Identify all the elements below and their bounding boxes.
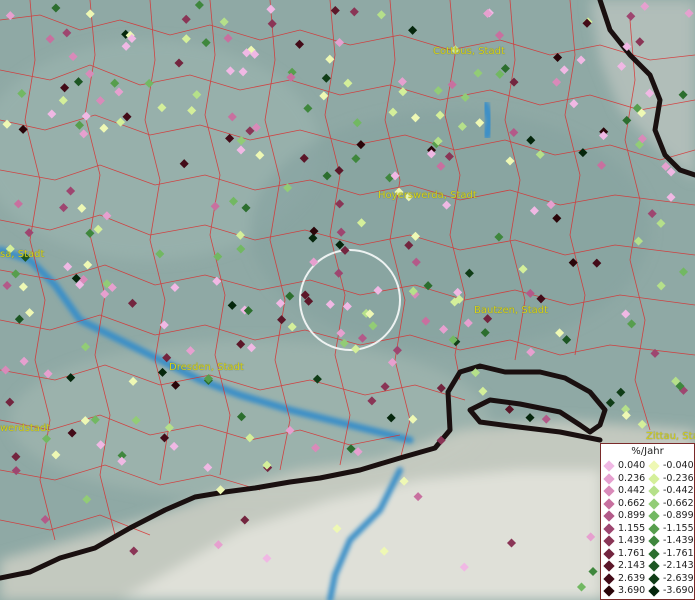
legend-value-positive: 1.761 xyxy=(618,547,646,559)
legend-value-positive: 1.155 xyxy=(618,522,646,534)
legend-swatch-negative xyxy=(648,547,660,560)
legend-row: 1.155 -1.155 xyxy=(603,522,694,535)
legend-value-positive: 3.690 xyxy=(618,585,646,596)
legend-swatch-negative xyxy=(648,560,660,572)
legend-row: 2.639 -2.639 xyxy=(603,572,694,585)
city-label-riesa: sa, Stadt xyxy=(0,249,45,260)
legend-swatch-positive xyxy=(603,522,615,535)
legend-swatch-positive xyxy=(603,547,615,560)
legend-swatch-positive xyxy=(603,497,615,510)
legend-value-negative: -2.143 xyxy=(663,560,694,571)
legend-value-negative: -3.690 xyxy=(663,585,694,596)
city-label-cottbus: Cottbus, Stadt xyxy=(433,46,505,57)
legend-swatch-negative xyxy=(648,485,660,497)
legend-value-negative: -0.662 xyxy=(663,497,694,509)
legend-row: 0.442 -0.442 xyxy=(603,485,694,497)
legend-value-positive: 2.639 xyxy=(618,572,646,584)
legend-swatch-positive xyxy=(603,560,615,572)
legend-row: 1.761 -1.761 xyxy=(603,547,694,560)
legend-row: 0.662 -0.662 xyxy=(603,497,694,510)
legend-swatch-positive xyxy=(603,585,615,597)
legend-swatch-positive xyxy=(603,510,615,522)
legend-swatch-negative xyxy=(648,572,660,585)
city-label-bautzen: Bautzen, Stadt xyxy=(474,305,549,316)
legend-swatch-positive xyxy=(603,485,615,497)
legend-row: 0.236 -0.236 xyxy=(603,472,694,485)
legend-value-negative: -1.439 xyxy=(663,535,694,546)
legend-swatch-positive xyxy=(603,472,615,485)
legend-value-positive: 0.899 xyxy=(618,510,646,521)
legend-swatch-positive xyxy=(603,460,615,472)
legend-swatch-positive xyxy=(603,572,615,585)
city-label-dresden: Dresden, Stadt xyxy=(169,362,244,373)
legend-swatch-negative xyxy=(648,472,660,485)
legend-value-negative: -1.155 xyxy=(663,522,694,534)
legend-value-positive: 0.040 xyxy=(618,460,646,471)
legend-row: 1.439 -1.439 xyxy=(603,535,694,547)
city-label-zittau: Zittau, Sta xyxy=(646,431,695,442)
legend-row: 0.899 -0.899 xyxy=(603,510,694,522)
legend-value-positive: 1.439 xyxy=(618,535,646,546)
legend-swatch-negative xyxy=(648,497,660,510)
legend-swatch-negative xyxy=(648,585,660,597)
legend-row: 2.143 -2.143 xyxy=(603,560,694,572)
legend-value-negative: -2.639 xyxy=(663,572,694,584)
legend-value-negative: -0.236 xyxy=(663,472,694,484)
legend-swatch-negative xyxy=(648,460,660,472)
city-label-hoyerswerda: Hoyerswerda, Stadt xyxy=(378,190,477,201)
legend: %/Jahr 0.040 -0.040 0.236 -0.236 0.442 -0.442… xyxy=(600,443,695,600)
legend-value-negative: -1.761 xyxy=(663,547,694,559)
legend-value-positive: 0.236 xyxy=(618,472,646,484)
legend-value-negative: -0.040 xyxy=(663,460,694,471)
legend-swatch-negative xyxy=(648,522,660,535)
legend-swatch-positive xyxy=(603,535,615,547)
legend-value-negative: -0.442 xyxy=(663,485,694,496)
legend-swatch-negative xyxy=(648,535,660,547)
city-label-west: werdstadt xyxy=(0,423,51,434)
legend-row: 0.040 -0.040 xyxy=(603,460,694,472)
legend-swatch-negative xyxy=(648,510,660,522)
legend-value-positive: 0.662 xyxy=(618,497,646,509)
terrain-base-map xyxy=(0,0,695,600)
legend-title: %/Jahr xyxy=(631,446,664,457)
legend-value-positive: 0.442 xyxy=(618,485,646,496)
legend-row: 3.690 -3.690 xyxy=(603,585,694,597)
legend-value-positive: 2.143 xyxy=(618,560,646,571)
legend-value-negative: -0.899 xyxy=(663,510,694,521)
map-view[interactable]: { "map": { "cities": [ {"id": "cottbus",… xyxy=(0,0,695,600)
